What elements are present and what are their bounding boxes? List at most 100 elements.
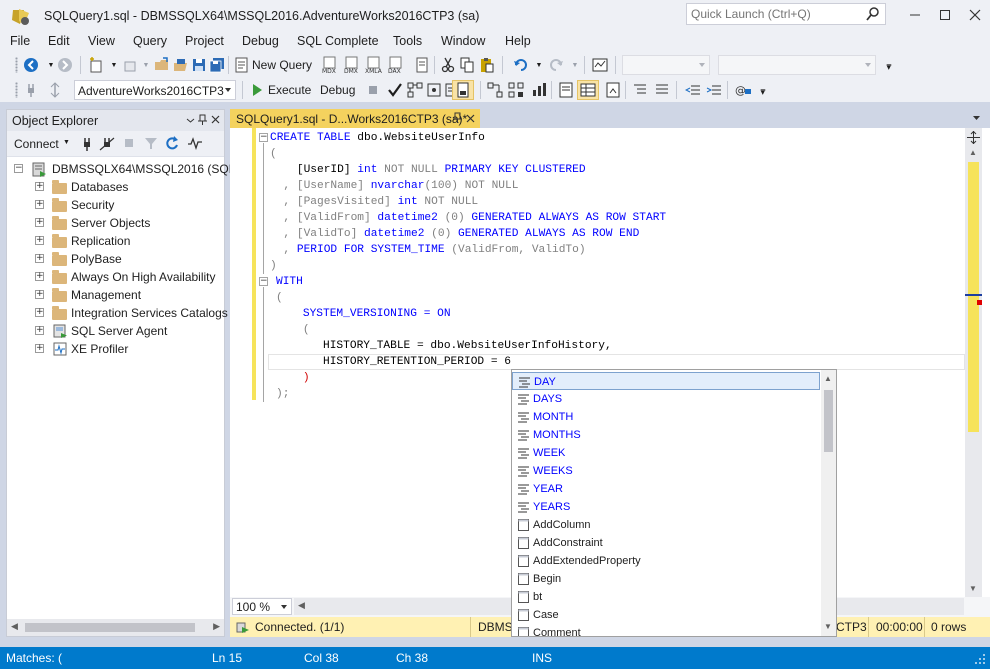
split-view-icon[interactable] xyxy=(967,131,980,144)
scroll-down-icon[interactable]: ▼ xyxy=(824,622,832,631)
results-grid-button[interactable] xyxy=(577,80,599,100)
activity-monitor-icon[interactable] xyxy=(187,136,203,150)
autocomplete-item-month[interactable]: MONTH xyxy=(512,408,820,426)
new-query-icon-button[interactable] xyxy=(233,56,251,74)
quick-launch-box[interactable] xyxy=(686,3,886,25)
cut-button[interactable] xyxy=(439,56,457,74)
collapse-icon[interactable]: − xyxy=(259,133,268,142)
resize-grip-icon[interactable] xyxy=(974,653,986,665)
scroll-thumb[interactable] xyxy=(968,162,979,432)
open-file-button[interactable] xyxy=(153,56,171,74)
tree-node-management[interactable]: + Management xyxy=(7,286,224,304)
results-to-grid-button[interactable] xyxy=(557,81,575,99)
toolbar-grip[interactable] xyxy=(15,82,18,98)
collapse-icon[interactable]: − xyxy=(14,164,23,173)
include-actual-plan-button[interactable] xyxy=(486,81,504,99)
parse-button[interactable] xyxy=(386,81,404,99)
expand-icon[interactable]: + xyxy=(35,218,44,227)
minimize-button[interactable] xyxy=(900,0,930,30)
expand-icon[interactable]: + xyxy=(35,326,44,335)
chevron-down-icon[interactable]: ▼ xyxy=(63,139,70,146)
tree-node-sql-server-agent[interactable]: + SQL Server Agent xyxy=(7,322,224,340)
back-button[interactable] xyxy=(22,56,40,74)
results-to-file-button[interactable] xyxy=(604,81,622,99)
menu-sql-complete[interactable]: SQL Complete xyxy=(297,34,379,48)
debug-button[interactable]: Debug xyxy=(320,83,355,97)
scroll-thumb[interactable] xyxy=(824,390,833,452)
autocomplete-item-addextendedproperty[interactable]: AddExtendedProperty xyxy=(512,552,820,570)
scroll-up-icon[interactable]: ▲ xyxy=(969,148,977,157)
uncomment-button[interactable] xyxy=(653,81,671,99)
cancel-query-button[interactable] xyxy=(364,81,382,99)
activity-monitor-button[interactable] xyxy=(591,56,609,74)
tab-sqlquery1[interactable]: SQLQuery1.sql - D...Works2016CTP3 (sa)* xyxy=(230,109,480,128)
toolbar-overflow-button[interactable]: ‗ ▾ xyxy=(880,56,898,74)
menu-query[interactable]: Query xyxy=(133,34,167,48)
scroll-thumb[interactable] xyxy=(25,623,195,632)
autocomplete-item-weeks[interactable]: WEEKS xyxy=(512,462,820,480)
tree-node-replication[interactable]: + Replication xyxy=(7,232,224,250)
execute-icon-button[interactable] xyxy=(248,81,266,99)
tree-root-server[interactable]: − DBMSSQLX64\MSSQL2016 (SQL xyxy=(7,160,235,178)
expand-icon[interactable]: + xyxy=(35,290,44,299)
expand-icon[interactable]: + xyxy=(35,254,44,263)
autocomplete-item-year[interactable]: YEAR xyxy=(512,480,820,498)
connect-plug-icon[interactable] xyxy=(80,136,94,152)
autocomplete-item-day[interactable]: DAY xyxy=(512,372,820,390)
forward-button[interactable] xyxy=(56,56,74,74)
dmx-query-button[interactable]: DMX xyxy=(343,56,361,74)
available-databases-select[interactable]: AdventureWorks2016CTP3 xyxy=(74,80,236,100)
autocomplete-list[interactable]: DAY DAYS MONTH MONTHS WEEK WEEKS YEAR YE… xyxy=(511,369,837,637)
scroll-down-icon[interactable]: ▼ xyxy=(969,584,977,593)
scroll-right-icon[interactable]: ▶ xyxy=(213,621,220,632)
menu-project[interactable]: Project xyxy=(185,34,224,48)
editor-vscrollbar[interactable]: ▲ ▼ xyxy=(965,128,982,598)
chevron-down-icon[interactable] xyxy=(972,115,981,122)
menu-file[interactable]: File xyxy=(10,34,30,48)
menu-debug[interactable]: Debug xyxy=(242,34,279,48)
autocomplete-item-week[interactable]: WEEK xyxy=(512,444,820,462)
menu-edit[interactable]: Edit xyxy=(48,34,70,48)
tree-node-server-objects[interactable]: + Server Objects xyxy=(7,214,224,232)
client-statistics-button[interactable] xyxy=(530,81,548,99)
close-icon[interactable] xyxy=(466,114,475,123)
save-button[interactable] xyxy=(190,56,208,74)
expand-icon[interactable]: + xyxy=(35,344,44,353)
autocomplete-scrollbar[interactable]: ▲ ▼ xyxy=(821,370,836,636)
pin-icon[interactable] xyxy=(452,112,463,124)
menu-window[interactable]: Window xyxy=(441,34,485,48)
increase-indent-button[interactable] xyxy=(705,81,723,99)
change-connection-button[interactable] xyxy=(46,81,64,99)
scroll-left-icon[interactable]: ◀ xyxy=(11,621,18,632)
tree-node-integration-services[interactable]: + Integration Services Catalogs xyxy=(7,304,228,322)
toolbar-grip[interactable] xyxy=(15,57,18,73)
scroll-left-icon[interactable]: ◀ xyxy=(298,600,305,611)
maximize-button[interactable] xyxy=(930,0,960,30)
new-project-button[interactable] xyxy=(87,56,105,74)
display-estimated-plan-button[interactable] xyxy=(406,81,424,99)
query-options-button[interactable] xyxy=(425,81,443,99)
comment-out-button[interactable] xyxy=(631,81,649,99)
search-icon[interactable] xyxy=(865,6,881,22)
close-icon[interactable] xyxy=(211,115,220,124)
pin-icon[interactable] xyxy=(197,114,208,126)
specify-template-values-button[interactable]: @ xyxy=(735,81,753,99)
expand-icon[interactable]: + xyxy=(35,236,44,245)
expand-icon[interactable]: + xyxy=(35,200,44,209)
connect-button[interactable] xyxy=(22,81,40,99)
expand-icon[interactable]: + xyxy=(35,308,44,317)
solution-config-select[interactable] xyxy=(622,55,710,75)
analysis-query-button[interactable] xyxy=(413,56,431,74)
toolbar-overflow-button-2[interactable]: ‗ ▾ xyxy=(754,81,772,99)
menu-help[interactable]: Help xyxy=(505,34,531,48)
undo-button[interactable] xyxy=(512,56,530,74)
paste-button[interactable] xyxy=(478,56,496,74)
dax-query-button[interactable]: DAX xyxy=(387,56,405,74)
autocomplete-item-addconstraint[interactable]: AddConstraint xyxy=(512,534,820,552)
autocomplete-item-begin[interactable]: Begin xyxy=(512,570,820,588)
expand-icon[interactable]: + xyxy=(35,272,44,281)
menu-tools[interactable]: Tools xyxy=(393,34,422,48)
tree-node-polybase[interactable]: + PolyBase xyxy=(7,250,224,268)
results-to-text-button[interactable] xyxy=(452,80,474,100)
expand-icon[interactable]: + xyxy=(35,182,44,191)
